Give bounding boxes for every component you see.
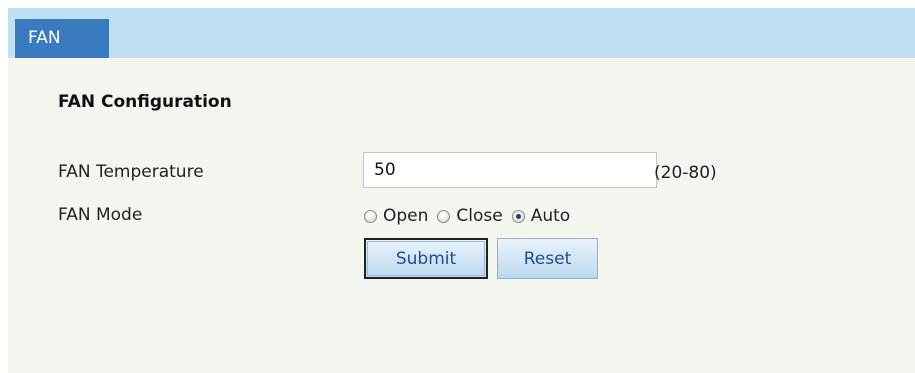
submit-button[interactable]: Submit (364, 238, 488, 279)
fan-mode-label: FAN Mode (58, 205, 143, 225)
radio-close[interactable] (437, 209, 451, 223)
reset-button[interactable]: Reset (497, 238, 598, 279)
radio-close-label: Close (456, 206, 503, 226)
radio-open[interactable] (364, 209, 377, 223)
fan-temperature-label: FAN Temperature (58, 162, 204, 182)
radio-auto-label: Auto (530, 206, 571, 226)
fan-mode-radio-group: Open Close Auto (364, 204, 579, 228)
fan-mode-option-close[interactable]: Close (437, 206, 503, 226)
tab-bar: FAN (8, 8, 915, 58)
radio-auto[interactable] (511, 209, 525, 223)
fan-mode-option-auto[interactable]: Auto (511, 206, 571, 226)
tab-fan[interactable]: FAN (15, 19, 109, 58)
section-title: FAN Configuration (58, 92, 232, 112)
temperature-range-hint: (20-80) (654, 163, 717, 183)
fan-config-panel: FAN FAN Configuration FAN Temperature (2… (8, 8, 915, 373)
fan-temperature-input[interactable] (363, 152, 657, 188)
fan-mode-option-open[interactable]: Open (364, 206, 428, 226)
radio-open-label: Open (383, 206, 429, 226)
